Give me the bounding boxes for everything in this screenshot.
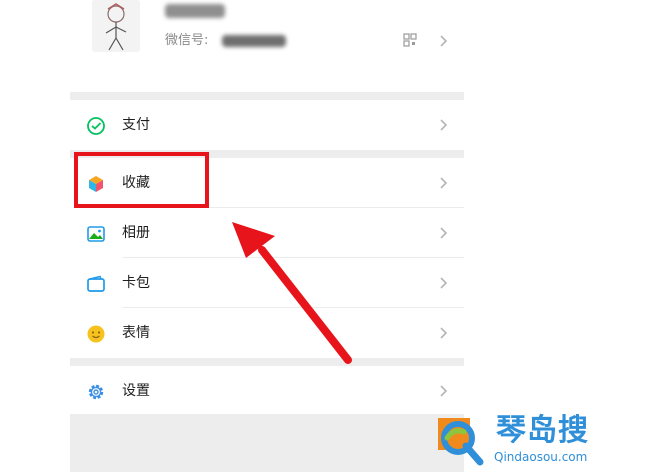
- menu-item-label: 表情: [122, 325, 150, 341]
- chevron-right-icon: [440, 385, 448, 397]
- settings-gear-icon: [88, 384, 104, 400]
- section-gap: [70, 92, 464, 100]
- menu-item-pay[interactable]: 支付: [70, 100, 464, 150]
- profile-header[interactable]: 微信号:: [70, 0, 464, 92]
- chevron-right-icon: [440, 277, 448, 289]
- album-icon: [87, 226, 105, 242]
- wechat-id-blurred: [222, 35, 286, 47]
- card-wallet-icon: [87, 275, 105, 292]
- watermark: 琴岛搜 Qindaosou.com: [432, 410, 632, 470]
- chevron-right-icon: [440, 35, 448, 47]
- watermark-url: Qindaosou.com: [494, 450, 588, 464]
- avatar-sketch-image: [92, 0, 140, 52]
- pay-icon: [87, 117, 105, 135]
- menu-item-settings[interactable]: 设置: [70, 366, 464, 416]
- section-gap: [70, 358, 464, 366]
- highlight-box-favorites: [74, 152, 209, 208]
- watermark-title: 琴岛搜: [496, 413, 589, 448]
- menu-item-label: 支付: [122, 117, 150, 133]
- bottom-background: [70, 414, 464, 472]
- sticker-smile-icon: [87, 325, 105, 343]
- wechat-me-screen: 微信号: 支付 收藏 相册 卡包 表情 设置: [70, 0, 464, 472]
- menu-item-card-wallet[interactable]: 卡包: [70, 258, 464, 308]
- qr-code-icon[interactable]: [403, 33, 417, 47]
- avatar[interactable]: [92, 0, 140, 52]
- wechat-id-label: 微信号:: [165, 33, 209, 48]
- chevron-right-icon: [440, 227, 448, 239]
- qindaosou-logo-icon: [438, 418, 484, 466]
- menu-item-stickers[interactable]: 表情: [70, 308, 464, 358]
- chevron-right-icon: [440, 119, 448, 131]
- chevron-right-icon: [440, 177, 448, 189]
- menu-item-label: 相册: [122, 225, 150, 241]
- chevron-right-icon: [440, 327, 448, 339]
- menu-item-label: 设置: [122, 383, 150, 399]
- menu-item-label: 卡包: [122, 275, 150, 291]
- nickname-blurred: [165, 4, 225, 18]
- menu-item-album[interactable]: 相册: [70, 208, 464, 258]
